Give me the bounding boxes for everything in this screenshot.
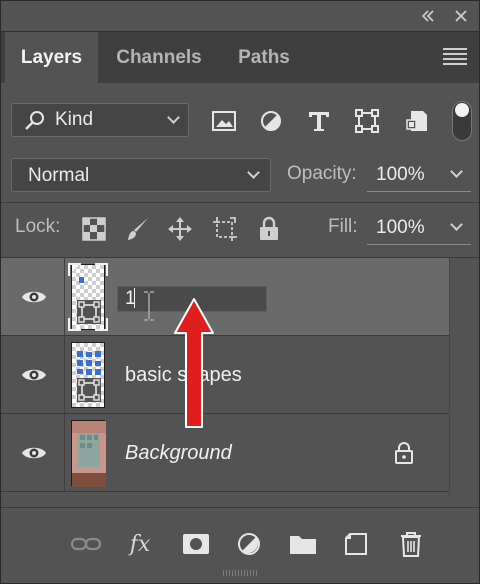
blend-row: Normal Opacity: 100% bbox=[1, 153, 479, 201]
layer-row-basic-shapes[interactable]: basic shapes bbox=[1, 336, 449, 414]
tab-layers[interactable]: Layers bbox=[5, 32, 98, 84]
new-adjustment-layer-icon[interactable] bbox=[234, 530, 264, 558]
lock-image-pixels-icon[interactable] bbox=[125, 216, 151, 242]
panel-menu-icon[interactable] bbox=[443, 48, 467, 68]
lock-row: Lock: Fill: 100% bbox=[1, 206, 479, 254]
lock-icon bbox=[395, 442, 413, 464]
type-filter-icon[interactable] bbox=[306, 109, 332, 133]
lock-transparent-pixels-icon[interactable] bbox=[81, 216, 107, 242]
search-icon bbox=[24, 110, 46, 138]
chevron-down-icon bbox=[167, 111, 180, 124]
layer-thumbnail bbox=[71, 420, 106, 487]
fill-value: 100% bbox=[376, 217, 425, 238]
layers-panel: Layers Channels Paths Kind Normal Opacit… bbox=[0, 0, 480, 584]
shape-layer-badge-icon bbox=[77, 378, 101, 402]
lock-all-icon[interactable] bbox=[256, 216, 282, 242]
layers-footer-toolbar: fx bbox=[1, 507, 479, 583]
text-caret bbox=[134, 288, 135, 308]
new-group-folder-icon[interactable] bbox=[288, 530, 318, 558]
divider bbox=[1, 202, 479, 203]
fill-field[interactable]: 100% bbox=[367, 211, 471, 245]
eye-icon[interactable] bbox=[21, 444, 47, 462]
blend-mode-value: Normal bbox=[28, 165, 90, 186]
add-mask-icon[interactable] bbox=[181, 530, 211, 558]
opacity-label: Opacity: bbox=[287, 163, 357, 184]
text-cursor-icon bbox=[144, 291, 154, 321]
blend-mode-select[interactable]: Normal bbox=[11, 158, 271, 192]
opacity-field[interactable]: 100% bbox=[367, 158, 471, 192]
layers-scrollbar[interactable] bbox=[449, 258, 479, 496]
resize-grip[interactable] bbox=[223, 570, 259, 576]
collapse-panel-icon[interactable] bbox=[417, 5, 439, 27]
red-arrow-annotation-icon bbox=[174, 298, 214, 428]
link-layers-icon[interactable] bbox=[71, 530, 101, 558]
lock-artboard-icon[interactable] bbox=[212, 216, 238, 242]
new-layer-icon[interactable] bbox=[341, 530, 371, 558]
delete-layer-trash-icon[interactable] bbox=[396, 530, 426, 558]
chevron-down-icon[interactable] bbox=[450, 165, 463, 178]
tab-channels[interactable]: Channels bbox=[99, 32, 219, 84]
filter-row: Kind bbox=[1, 83, 479, 159]
panel-titlebar bbox=[1, 1, 479, 31]
shape-filter-icon[interactable] bbox=[354, 109, 380, 133]
filter-kind-select[interactable]: Kind bbox=[11, 103, 189, 137]
tab-paths[interactable]: Paths bbox=[220, 32, 308, 84]
filter-toggle[interactable] bbox=[452, 101, 472, 141]
chevron-down-icon[interactable] bbox=[450, 218, 463, 231]
fill-label: Fill: bbox=[328, 216, 358, 237]
layer-row-1[interactable]: 1 bbox=[1, 258, 449, 336]
opacity-value: 100% bbox=[376, 164, 425, 185]
eye-icon[interactable] bbox=[21, 366, 47, 384]
smart-object-filter-icon[interactable] bbox=[404, 109, 430, 133]
close-panel-icon[interactable] bbox=[450, 5, 472, 27]
image-filter-icon[interactable] bbox=[211, 109, 237, 133]
layer-row-background[interactable]: Background bbox=[1, 414, 449, 492]
adjustment-filter-icon[interactable] bbox=[258, 109, 284, 133]
panel-tabs: Layers Channels Paths bbox=[1, 31, 479, 84]
layer-style-fx-icon[interactable]: fx bbox=[125, 530, 155, 558]
chevron-down-icon bbox=[247, 166, 260, 179]
lock-label: Lock: bbox=[15, 216, 61, 237]
layer-name[interactable]: Background bbox=[125, 442, 232, 465]
layers-list: 1 basic shapes Background bbox=[1, 257, 479, 496]
shape-layer-badge-icon bbox=[77, 300, 101, 324]
eye-icon[interactable] bbox=[21, 288, 47, 306]
lock-position-icon[interactable] bbox=[167, 216, 193, 242]
filter-kind-label: Kind bbox=[55, 109, 94, 130]
toggle-knob bbox=[455, 103, 469, 117]
